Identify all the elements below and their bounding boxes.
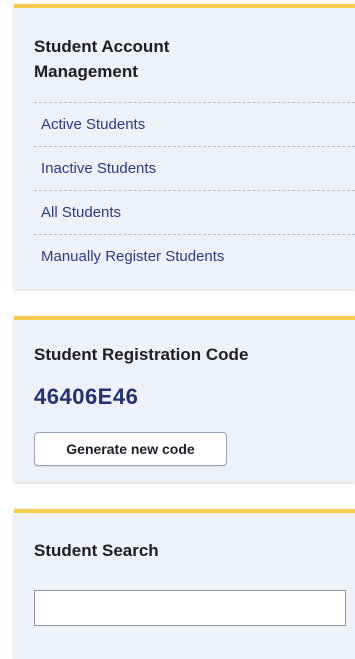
registration-code-value: 46406E46 xyxy=(34,384,139,409)
menu-item-active-students: Active Students xyxy=(34,103,355,147)
menu-item-manually-register: Manually Register Students xyxy=(34,235,355,279)
menu-item-inactive-students: Inactive Students xyxy=(34,147,355,191)
generate-new-code-button[interactable]: Generate new code xyxy=(34,432,227,466)
student-search-panel: Student Search xyxy=(14,509,355,659)
manually-register-students-link[interactable]: Manually Register Students xyxy=(34,235,355,279)
menu-item-all-students: All Students xyxy=(34,191,355,235)
account-management-panel: Student Account Management Active Studen… xyxy=(14,4,355,289)
inactive-students-link[interactable]: Inactive Students xyxy=(34,147,355,191)
account-management-menu: Active Students Inactive Students All St… xyxy=(34,102,355,279)
student-search-input[interactable] xyxy=(34,590,346,626)
account-management-title: Student Account Management xyxy=(34,37,170,81)
active-students-link[interactable]: Active Students xyxy=(34,103,355,147)
registration-code-title: Student Registration Code xyxy=(34,345,249,364)
all-students-link[interactable]: All Students xyxy=(34,191,355,235)
student-search-title: Student Search xyxy=(34,541,159,560)
registration-code-panel: Student Registration Code 46406E46 Gener… xyxy=(14,316,355,482)
